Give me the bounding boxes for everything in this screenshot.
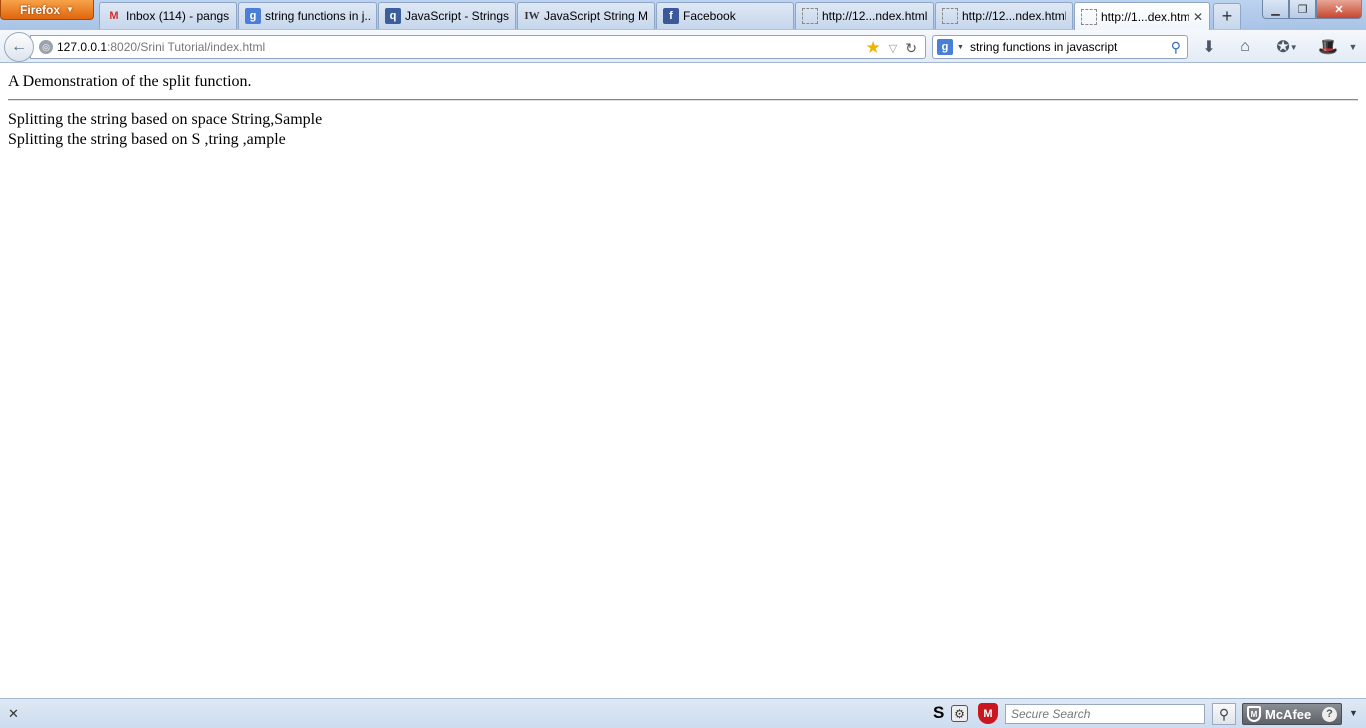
- home-icon: ⌂: [1240, 38, 1250, 55]
- close-window-button[interactable]: ✕: [1316, 0, 1362, 19]
- minimize-icon: ▁: [1271, 3, 1280, 16]
- addon-button[interactable]: 🎩: [1316, 36, 1340, 58]
- url-host: 127.0.0.1: [57, 40, 108, 54]
- close-icon: ✕: [1334, 3, 1344, 16]
- tab-facebook[interactable]: f Facebook: [656, 2, 794, 29]
- tab-local-page-2[interactable]: http://12...ndex.html: [935, 2, 1073, 29]
- split-result-s: Splitting the string based on S ,tring ,…: [8, 131, 286, 148]
- tab-google-search[interactable]: g string functions in j...: [238, 2, 377, 29]
- history-dropdown-icon[interactable]: ▽: [889, 42, 897, 55]
- overflow-menu-button[interactable]: ▼: [1346, 36, 1360, 58]
- tab-javascript-string-methods[interactable]: IW JavaScript String M...: [517, 2, 655, 29]
- facebook-icon: f: [663, 8, 679, 24]
- tab-label: Facebook: [683, 9, 736, 23]
- bookmark-star-icon[interactable]: ★: [866, 38, 881, 58]
- tab-local-page-1[interactable]: http://12...ndex.html: [795, 2, 934, 29]
- page-heading: A Demonstration of the split function.: [8, 73, 252, 90]
- tab-label: string functions in j...: [265, 9, 370, 23]
- tab-label: Inbox (114) - pangs...: [126, 9, 230, 23]
- secure-search-placeholder: Secure Search: [1011, 707, 1091, 721]
- magnifier-icon[interactable]: ⚲: [1171, 39, 1181, 56]
- title-bar: Firefox ▼ M Inbox (114) - pangs... g str…: [0, 0, 1366, 30]
- magnifier-icon: ⚲: [1218, 705, 1230, 722]
- home-button[interactable]: ⌂: [1234, 36, 1256, 58]
- navigation-bar: ◎ 127.0.0.1 :8020/Srini Tutorial/index.h…: [0, 30, 1366, 63]
- blank-page-icon: [1081, 8, 1097, 25]
- search-input[interactable]: string functions in javascript: [970, 40, 1171, 54]
- caret-down-icon: ▼: [1289, 42, 1298, 52]
- secure-search-button[interactable]: ⚲: [1212, 703, 1236, 725]
- tab-label: http://12...ndex.html: [962, 9, 1066, 23]
- url-path: :8020/Srini Tutorial/index.html: [107, 40, 266, 54]
- help-icon[interactable]: ?: [1322, 706, 1337, 722]
- back-arrow-icon: ←: [11, 38, 27, 55]
- tab-gmail-inbox[interactable]: M Inbox (114) - pangs...: [99, 2, 237, 29]
- horizontal-rule: [8, 99, 1358, 101]
- tutorial-site-icon: q: [385, 8, 401, 24]
- tab-label: JavaScript String M...: [544, 9, 648, 23]
- gear-icon[interactable]: ⚙: [951, 705, 968, 722]
- blank-page-icon: [802, 8, 818, 24]
- page-viewport: A Demonstration of the split function. S…: [0, 64, 1366, 698]
- restore-icon: ❐: [1297, 3, 1308, 16]
- engine-dropdown-icon[interactable]: ▼: [957, 44, 964, 51]
- mcafee-shield-icon: M: [1247, 706, 1261, 722]
- bookmarks-icon: ✪: [1276, 39, 1290, 56]
- tab-label: http://1...dex.html: [1101, 9, 1189, 24]
- google-icon[interactable]: g: [937, 39, 953, 55]
- blank-page-icon: [942, 8, 958, 24]
- url-bar[interactable]: ◎ 127.0.0.1 :8020/Srini Tutorial/index.h…: [30, 35, 926, 59]
- caret-down-icon[interactable]: ▼: [1349, 708, 1358, 718]
- addon-bar: ✕ S ⚙ M Secure Search ⚲ M McAfee ? ▼: [0, 698, 1366, 728]
- caret-down-icon: ▼: [1348, 42, 1358, 52]
- tab-javascript-strings[interactable]: q JavaScript - Strings: [378, 2, 516, 29]
- iw-icon: IW: [524, 10, 540, 22]
- new-tab-button[interactable]: +: [1213, 3, 1241, 29]
- tab-local-page-active[interactable]: http://1...dex.html ✕: [1074, 2, 1210, 30]
- top-hat-icon: 🎩: [1318, 39, 1338, 56]
- plus-icon: +: [1221, 6, 1233, 26]
- maximize-button[interactable]: ❐: [1289, 0, 1316, 19]
- secure-search-input[interactable]: Secure Search: [1005, 704, 1205, 724]
- mcafee-shield-icon[interactable]: M: [978, 703, 998, 724]
- back-button[interactable]: ←: [4, 32, 34, 62]
- firefox-menu-button[interactable]: Firefox ▼: [0, 0, 94, 20]
- s-addon-icon[interactable]: S: [933, 703, 944, 723]
- tab-strip: M Inbox (114) - pangs... g string functi…: [99, 2, 1211, 30]
- search-bar[interactable]: g ▼ string functions in javascript ⚲: [932, 35, 1188, 59]
- downloads-button[interactable]: ⬇: [1198, 36, 1220, 58]
- tab-close-icon[interactable]: ✕: [1193, 10, 1203, 24]
- caret-down-icon: ▼: [66, 5, 74, 14]
- tab-label: http://12...ndex.html: [822, 9, 927, 23]
- close-addon-bar-icon[interactable]: ✕: [8, 706, 19, 722]
- tab-label: JavaScript - Strings: [405, 9, 509, 23]
- mcafee-label: McAfee: [1265, 706, 1312, 722]
- download-arrow-icon: ⬇: [1202, 39, 1216, 56]
- split-result-space: Splitting the string based on space Stri…: [8, 111, 323, 128]
- url-bar-actions: ★ ▽ ↻: [866, 38, 917, 58]
- google-icon: g: [245, 8, 261, 24]
- gmail-icon: M: [109, 10, 119, 22]
- mcafee-button[interactable]: M McAfee ?: [1242, 703, 1342, 725]
- minimize-button[interactable]: ▁: [1262, 0, 1289, 19]
- globe-icon: ◎: [39, 40, 53, 54]
- bookmarks-menu-button[interactable]: ✪ ▼: [1270, 36, 1304, 58]
- reload-icon[interactable]: ↻: [905, 40, 917, 57]
- window-controls: ▁ ❐ ✕: [1262, 0, 1362, 19]
- firefox-menu-label: Firefox: [20, 2, 61, 17]
